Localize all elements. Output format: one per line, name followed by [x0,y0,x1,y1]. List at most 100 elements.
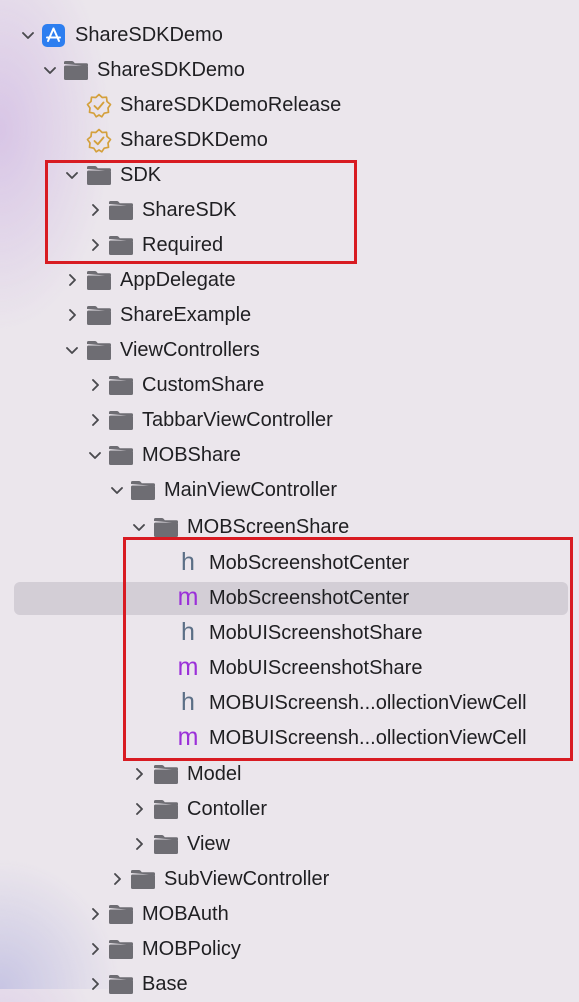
tree-row-folder[interactable]: MOBScreenShare [0,510,579,545]
folder-icon [108,972,134,996]
tree-row-label: SubViewController [164,868,330,890]
tree-row-folder[interactable]: MOBAuth [0,897,579,932]
chevron-right-icon[interactable] [88,203,102,217]
folder-icon [153,762,179,786]
tree-row-project[interactable]: ShareSDKDemo [0,18,579,53]
entitlements-badge-icon [86,128,112,153]
project-navigator: ShareSDKDemo ShareSDKDemo ShareSDKDemoRe… [0,0,579,995]
tree-row-label: MOBShare [142,444,241,466]
app-project-icon [41,23,67,47]
tree-row-folder[interactable]: SDK [0,158,579,193]
tree-row-label: ShareExample [120,304,252,326]
folder-icon [86,303,112,327]
folder-icon [108,408,134,432]
tree-row-file[interactable]: h MOBUIScreensh...ollectionViewCell [0,686,579,721]
folder-icon [108,937,134,961]
tree-row-label: MOBPolicy [142,938,241,960]
chevron-down-icon[interactable] [132,520,146,534]
tree-row-label: AppDelegate [120,269,236,291]
tree-row-label: MOBUIScreensh...ollectionViewCell [209,692,527,714]
tree-row-label: SDK [120,164,162,186]
chevron-down-icon[interactable] [21,28,35,42]
folder-icon [108,902,134,926]
tree-row-label: ViewControllers [120,339,260,361]
folder-icon [63,58,89,82]
tree-row-label: MOBAuth [142,903,229,925]
folder-icon [86,268,112,292]
chevron-right-icon[interactable] [88,378,102,392]
tree-row-folder[interactable]: Contoller [0,792,579,827]
tree-row-folder[interactable]: TabbarViewController [0,403,579,438]
tree-row-label: Required [142,234,224,256]
tree-row-folder[interactable]: CustomShare [0,368,579,403]
chevron-right-icon[interactable] [132,802,146,816]
tree-row-label: MobScreenshotCenter [209,587,410,609]
folder-icon [153,797,179,821]
tree-row-file[interactable]: h MobScreenshotCenter [0,546,579,581]
folder-icon [86,338,112,362]
tree-row-label: ShareSDKDemo [75,24,223,46]
chevron-down-icon[interactable] [43,63,57,77]
folder-icon [86,163,112,187]
folder-icon [153,832,179,856]
tree-row-folder[interactable]: MOBShare [0,438,579,473]
tree-row-label: View [187,833,230,855]
folder-icon [108,198,134,222]
chevron-right-icon[interactable] [88,907,102,921]
tree-row-folder[interactable]: SubViewController [0,862,579,897]
chevron-right-icon[interactable] [65,308,79,322]
folder-icon [108,443,134,467]
tree-row-folder[interactable]: Base [0,967,579,1002]
tree-row-entitlements[interactable]: ShareSDKDemo [0,123,579,158]
tree-row-label: TabbarViewController [142,409,333,431]
tree-row-label: Base [142,973,188,995]
entitlements-badge-icon [86,93,112,118]
tree-row-folder[interactable]: ShareExample [0,298,579,333]
tree-row-label: MOBUIScreensh...ollectionViewCell [209,727,527,749]
tree-row-label: ShareSDK [142,199,237,221]
tree-row-label: MobUIScreenshotShare [209,622,423,644]
chevron-down-icon[interactable] [65,343,79,357]
tree-row-folder[interactable]: MOBPolicy [0,932,579,967]
chevron-right-icon[interactable] [132,837,146,851]
tree-row-file[interactable]: m MOBUIScreensh...ollectionViewCell [0,721,579,756]
folder-icon [108,373,134,397]
tree-row-folder[interactable]: Model [0,757,579,792]
chevron-right-icon[interactable] [65,273,79,287]
chevron-right-icon[interactable] [88,238,102,252]
tree-row-folder[interactable]: Required [0,228,579,263]
chevron-right-icon[interactable] [88,413,102,427]
tree-row-entitlements[interactable]: ShareSDKDemoRelease [0,88,579,123]
chevron-right-icon[interactable] [88,942,102,956]
tree-row-label: Model [187,763,242,785]
tree-row-folder[interactable]: ShareSDK [0,193,579,228]
folder-icon [130,867,156,891]
chevron-right-icon[interactable] [110,872,124,886]
tree-row-label: MobScreenshotCenter [209,552,410,574]
implementation-file-icon: m [177,653,199,681]
tree-row-folder[interactable]: MainViewController [0,473,579,508]
tree-row-label: CustomShare [142,374,265,396]
tree-row-label: ShareSDKDemoRelease [120,94,342,116]
tree-row-file[interactable]: h MobUIScreenshotShare [0,616,579,651]
tree-row-folder[interactable]: ShareSDKDemo [0,53,579,88]
header-file-icon: h [181,618,195,646]
tree-row-label: ShareSDKDemo [97,59,245,81]
chevron-down-icon[interactable] [65,168,79,182]
header-file-icon: h [181,548,195,576]
tree-row-label: Contoller [187,798,268,820]
tree-row-label: MainViewController [164,479,338,501]
tree-row-label: MobUIScreenshotShare [209,657,423,679]
chevron-right-icon[interactable] [132,767,146,781]
chevron-down-icon[interactable] [88,448,102,462]
tree-row-folder[interactable]: AppDelegate [0,263,579,298]
folder-icon [108,233,134,257]
tree-row-file-selected[interactable]: m MobScreenshotCenter [0,581,579,616]
chevron-down-icon[interactable] [110,483,124,497]
tree-row-folder[interactable]: ViewControllers [0,333,579,368]
implementation-file-icon: m [177,583,199,611]
tree-row-folder[interactable]: View [0,827,579,862]
implementation-file-icon: m [177,723,199,751]
folder-icon [153,515,179,539]
tree-row-file[interactable]: m MobUIScreenshotShare [0,651,579,686]
